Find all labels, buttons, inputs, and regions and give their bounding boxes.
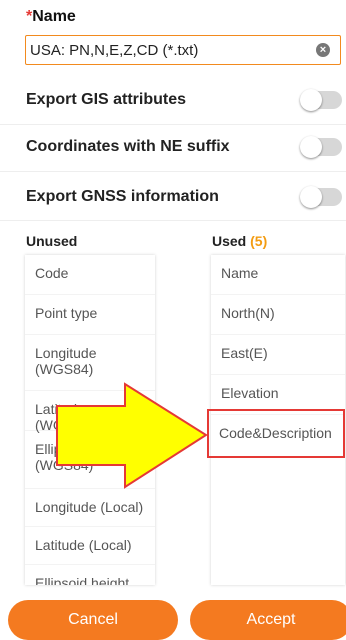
list-item[interactable]: Ellipsoid height: [25, 565, 155, 585]
highlight-box: [207, 409, 345, 458]
ne-suffix-switch[interactable]: [300, 136, 342, 158]
list-item[interactable]: North(N): [211, 295, 345, 335]
unused-header: Unused: [26, 233, 78, 249]
gnss-information-switch[interactable]: [300, 186, 342, 208]
switch-knob: [300, 89, 322, 111]
toggle-label-gnss: Export GNSS information: [26, 188, 219, 205]
list-item[interactable]: Longitude (Local): [25, 489, 155, 527]
name-label: *Name: [26, 8, 76, 26]
divider: [0, 220, 346, 221]
used-count: (5): [250, 233, 268, 249]
yellow-arrow-icon: [56, 382, 208, 489]
used-header-label: Used: [212, 233, 247, 249]
toggle-row-ne-suffix: Coordinates with NE suffix: [26, 125, 344, 169]
accept-button[interactable]: Accept: [190, 600, 346, 640]
divider: [0, 171, 346, 172]
toggle-label-ne-suffix: Coordinates with NE suffix: [26, 138, 230, 155]
used-header: Used (5): [212, 233, 267, 249]
name-input[interactable]: [30, 41, 316, 59]
name-label-text: Name: [32, 8, 76, 25]
toggle-row-gis: Export GIS attributes: [26, 78, 344, 122]
list-item[interactable]: Latitude (Local): [25, 527, 155, 565]
list-item[interactable]: Name: [211, 255, 345, 295]
toggle-label-gis: Export GIS attributes: [26, 91, 187, 108]
cancel-button[interactable]: Cancel: [8, 600, 178, 640]
clear-icon[interactable]: ×: [316, 43, 330, 57]
switch-knob: [300, 136, 322, 158]
list-item[interactable]: East(E): [211, 335, 345, 375]
list-item[interactable]: Code: [25, 255, 155, 295]
toggle-row-gnss: Export GNSS information: [26, 175, 344, 219]
gis-attributes-switch[interactable]: [300, 89, 342, 111]
name-field[interactable]: ×: [25, 35, 341, 65]
list-item[interactable]: Point type: [25, 295, 155, 335]
switch-knob: [300, 186, 322, 208]
